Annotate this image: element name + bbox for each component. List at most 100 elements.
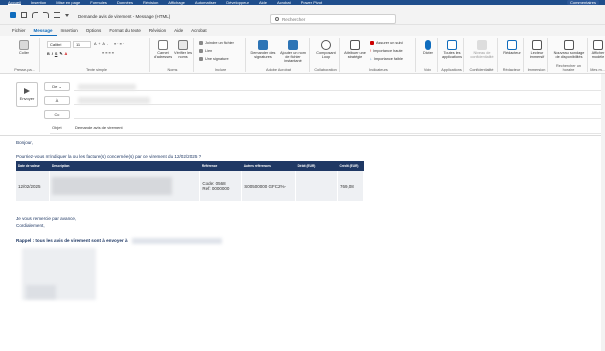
cc-field[interactable] <box>74 110 605 119</box>
high-importance-button[interactable]: ! Importance haute <box>370 49 403 53</box>
closing-text: Cordialement, <box>16 223 45 228</box>
request-signatures-button[interactable]: Demander des signatures <box>250 40 276 59</box>
microphone-icon <box>425 40 431 50</box>
link-icon <box>199 49 203 53</box>
dictate-button[interactable]: Dicter <box>420 40 436 55</box>
policy-icon <box>350 40 360 50</box>
ribbon: Coller Presse-pa... Calibri 11 A + A- ≡ ·… <box>0 36 605 74</box>
assign-policy-button[interactable]: Attribuer une stratégie <box>344 40 366 59</box>
address-book-button[interactable]: Carnet d'adresses <box>154 40 172 59</box>
template-icon <box>593 40 603 50</box>
header-cell: Crédit (EUR) <box>337 161 364 171</box>
loop-component-button[interactable]: Composant Loop <box>314 40 338 59</box>
immersive-reader-button[interactable]: Lecteur immersif <box>528 40 546 59</box>
chevron-down-icon[interactable] <box>65 13 69 17</box>
paperclip-icon <box>199 41 203 45</box>
undo-icon[interactable] <box>32 12 38 18</box>
from-field[interactable] <box>74 82 605 91</box>
signature-button[interactable]: Une signature <box>199 57 229 61</box>
show-templates-button[interactable]: Afficher modèle <box>591 40 605 59</box>
send-button[interactable]: Envoyer <box>16 82 38 107</box>
transfer-table: Date de valeur Description Référence Aut… <box>16 161 365 201</box>
voice-group: Dicter Voix <box>418 38 438 72</box>
thanks-text: Je vous remercie par avance, <box>16 216 77 221</box>
tab-message[interactable]: Message <box>29 25 57 36</box>
to-field[interactable] <box>74 96 605 105</box>
font-size-buttons[interactable]: A + A- <box>94 42 108 46</box>
from-button[interactable]: De ⌄ <box>44 82 70 91</box>
to-button[interactable]: À <box>44 96 70 105</box>
sensitivity-icon <box>477 40 487 50</box>
calendar-icon <box>564 40 574 50</box>
up-arrow-icon[interactable] <box>54 12 60 18</box>
redacted-from <box>78 84 136 90</box>
all-apps-button[interactable]: Toutes les applications <box>442 40 462 59</box>
tab-insertion[interactable]: Insertion <box>57 25 82 36</box>
editor-button[interactable]: Rédacteur <box>502 40 522 55</box>
check-names-button[interactable]: Vérifier les noms <box>174 40 192 59</box>
format-buttons[interactable]: B I S ✎ A <box>47 51 67 57</box>
header-cell: Date de valeur <box>16 161 50 171</box>
scheduling-poll-button[interactable]: Nouveau sondage de disponibilités <box>552 40 586 59</box>
ref-text: Ref: 0000000 <box>202 186 230 191</box>
sensitivity-button[interactable]: Niveau de confidentialité <box>468 40 496 59</box>
header-cell: Référence <box>199 161 242 171</box>
search-box[interactable] <box>270 14 396 24</box>
low-importance-button[interactable]: ↓ Importance faible <box>370 57 403 61</box>
outlook-logo-icon <box>10 12 16 18</box>
vertical-scrollbar[interactable] <box>601 74 605 351</box>
redacted-signature-logo <box>26 285 56 299</box>
schedule-group: Nouveau sondage de disponibilités Recher… <box>550 38 588 72</box>
apps-group: Toutes les applications Applications <box>440 38 464 72</box>
date-cell: 12/02/2025 <box>16 171 51 201</box>
redacted-description <box>52 177 173 195</box>
loop-icon <box>321 40 331 50</box>
tab-format-du-texte[interactable]: Format du texte <box>105 25 145 36</box>
tab-r-vision[interactable]: Révision <box>145 25 170 36</box>
paste-button[interactable]: Coller <box>14 40 34 55</box>
add-file-button[interactable]: Ajouter un nom de fichier instantané <box>278 40 308 63</box>
link-button[interactable]: Lien <box>199 49 212 53</box>
align-buttons[interactable]: ≡ ≡ ≡ ≡ <box>102 51 114 55</box>
table-header-row: Date de valeur Description Référence Aut… <box>16 161 364 171</box>
cc-button[interactable]: Cc <box>44 110 70 119</box>
tab-options[interactable]: Options <box>82 25 106 36</box>
editor-group: Rédacteur Rédacteur <box>500 38 524 72</box>
header-cell: Autres références <box>241 161 296 171</box>
table-row: 12/02/2025 Code: 0568 Ref: 0000000 S0050… <box>16 171 365 201</box>
list-buttons[interactable]: ≡ · ≡ · <box>114 42 124 46</box>
send-icon <box>24 88 30 94</box>
follow-up-button[interactable]: Assurer un suivi <box>370 41 403 45</box>
reference-cell: Code: 0568 Ref: 0000000 <box>199 171 243 201</box>
redacted-email <box>132 238 222 244</box>
exclamation-icon: ! <box>370 49 372 53</box>
redacted-to <box>78 97 150 104</box>
chevron-down-icon: ⌄ <box>58 84 62 89</box>
debit-cell <box>295 171 338 201</box>
down-arrow-icon: ↓ <box>370 57 372 61</box>
ribbon-tabs: Fichier Message Insertion Options Format du … <box>0 25 605 36</box>
file-icon <box>288 40 298 50</box>
apps-grid-icon <box>447 40 457 50</box>
save-icon[interactable] <box>21 12 27 18</box>
adobe-group: Demander des signatures Ajouter un nom d… <box>248 38 310 72</box>
reminder-text: Rappel : tous les avis de virement sont … <box>16 238 128 243</box>
address-book-icon <box>158 40 168 50</box>
reader-icon <box>532 40 542 50</box>
check-names-icon <box>178 40 188 50</box>
sensitivity-group: Niveau de confidentialité Confidentialit… <box>466 38 498 72</box>
attach-file-button[interactable]: Joindre un fichier <box>199 41 234 45</box>
tab-fichier[interactable]: Fichier <box>8 25 30 36</box>
tab-aide[interactable]: Aide <box>170 25 187 36</box>
font-name-select[interactable]: Calibri <box>47 41 71 48</box>
question-text: Pourriez-vous m'indiquer la ou les factu… <box>16 154 202 159</box>
search-input[interactable] <box>282 16 382 22</box>
font-size-select[interactable]: 11 <box>73 41 91 48</box>
window-title: Demande avis de virement - Message (HTML… <box>78 14 171 19</box>
flag-icon <box>370 41 374 45</box>
redo-icon[interactable] <box>43 12 49 18</box>
tags-group: Attribuer une stratégie Assurer un suivi… <box>342 38 416 72</box>
tab-acrobat[interactable]: Acrobat <box>187 25 211 36</box>
templates-group: Afficher modèle Mes m... <box>590 38 605 72</box>
header-cell: Description <box>49 161 200 171</box>
